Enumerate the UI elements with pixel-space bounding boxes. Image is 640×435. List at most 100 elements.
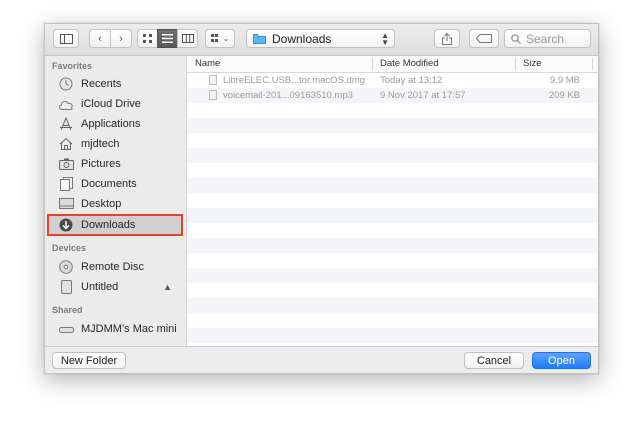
empty-row <box>187 328 598 343</box>
list-view-button[interactable] <box>157 29 178 48</box>
empty-row <box>187 163 598 178</box>
file-list: Name Date Modified Size LibreELEC.USB...… <box>187 56 598 346</box>
sidebar-item-pictures[interactable]: Pictures <box>48 154 182 174</box>
document-icon <box>58 176 74 192</box>
column-view-icon <box>181 34 194 43</box>
icon-view-icon <box>143 34 152 43</box>
share-icon <box>442 32 452 45</box>
empty-row <box>187 193 598 208</box>
download-icon <box>58 217 74 233</box>
column-header-name[interactable]: Name <box>195 58 220 69</box>
empty-row <box>187 118 598 133</box>
dialog-footer: New Folder Cancel Open <box>45 346 598 373</box>
empty-row <box>187 238 598 253</box>
empty-row <box>187 103 598 118</box>
sidebar-item-remote-disc[interactable]: Remote Disc <box>48 257 182 277</box>
sidebar-item-label: Recents <box>81 78 122 90</box>
column-header-date[interactable]: Date Modified <box>380 58 439 69</box>
sidebar-item-label: Remote Disc <box>81 261 144 273</box>
sidebar-item-mac-mini[interactable]: MJDMM’s Mac mini <box>48 319 182 339</box>
icon-view-button[interactable] <box>137 29 158 48</box>
empty-row <box>187 208 598 223</box>
file-name: voicemail-201...09163510.mp3 <box>223 90 353 101</box>
empty-row <box>187 148 598 163</box>
toolbar: ‹ › ⌄ Downloads ▲ ▼ Search <box>45 24 598 56</box>
search-icon <box>511 33 521 44</box>
sidebar-item-mjdtech[interactable]: mjdtech <box>48 134 182 154</box>
new-folder-button[interactable]: New Folder <box>52 352 126 369</box>
column-header-row: Name Date Modified Size <box>187 56 598 73</box>
sidebar-section-shared: Shared <box>52 305 83 315</box>
sidebar-item-downloads[interactable]: Downloads <box>47 214 183 236</box>
empty-row <box>187 313 598 328</box>
empty-row <box>187 133 598 148</box>
sidebar-section-favorites: Favorites <box>52 61 93 71</box>
back-button[interactable]: ‹ <box>89 29 111 48</box>
cancel-button[interactable]: Cancel <box>464 352 524 369</box>
empty-row <box>187 223 598 238</box>
open-button[interactable]: Open <box>532 352 591 369</box>
sidebar-icon <box>59 33 73 44</box>
audio-file-icon <box>209 90 217 100</box>
drive-icon <box>58 279 74 295</box>
empty-row <box>187 298 598 313</box>
empty-row <box>187 268 598 283</box>
sidebar-section-devices: Devices <box>52 243 87 253</box>
forward-button[interactable]: › <box>110 29 132 48</box>
disc-icon <box>58 259 74 275</box>
eject-icon[interactable]: ▲ <box>163 282 172 292</box>
sidebar-item-label: MJDMM’s Mac mini <box>81 323 177 335</box>
column-header-size[interactable]: Size <box>523 58 541 69</box>
sidebar-item-applications[interactable]: Applications <box>48 114 182 134</box>
computer-icon <box>58 321 74 337</box>
folder-icon <box>253 33 266 44</box>
sidebar: Favorites Recents iCloud Drive Applicati… <box>45 56 187 346</box>
disk-image-icon <box>209 75 217 85</box>
file-rows: LibreELEC.USB...tor.macOS.dmg Today at 1… <box>187 73 598 343</box>
sidebar-item-label: mjdtech <box>81 138 120 150</box>
column-divider[interactable] <box>592 58 593 70</box>
sidebar-item-label: Downloads <box>81 219 136 231</box>
sidebar-item-recents[interactable]: Recents <box>48 74 182 94</box>
file-name: LibreELEC.USB...tor.macOS.dmg <box>223 75 366 86</box>
empty-row <box>187 283 598 298</box>
table-row[interactable]: voicemail-201...09163510.mp3 9 Nov 2017 … <box>187 88 598 103</box>
sidebar-item-label: Documents <box>81 178 137 190</box>
applications-icon <box>58 116 74 132</box>
tag-icon <box>476 34 492 43</box>
updown-chevron-icon: ▲ ▼ <box>381 31 389 47</box>
sidebar-item-label: Pictures <box>81 158 121 170</box>
camera-icon <box>58 156 74 172</box>
open-file-dialog: ‹ › ⌄ Downloads ▲ ▼ Search Favorites Rec… <box>44 23 599 374</box>
chevron-right-icon: › <box>119 32 123 45</box>
sidebar-toggle-button[interactable] <box>53 29 79 48</box>
sidebar-item-label: Applications <box>81 118 141 130</box>
column-divider[interactable] <box>372 58 373 70</box>
sidebar-item-untitled[interactable]: Untitled ▲ <box>48 277 182 297</box>
location-label: Downloads <box>272 31 332 46</box>
sidebar-item-label: Desktop <box>81 198 122 210</box>
file-size: 209 KB <box>548 90 580 101</box>
list-view-icon <box>162 34 173 43</box>
file-date: 9 Nov 2017 at 17:57 <box>380 90 466 101</box>
cloud-icon <box>58 96 74 112</box>
sidebar-item-desktop[interactable]: Desktop <box>48 194 182 214</box>
column-view-button[interactable] <box>177 29 198 48</box>
search-field[interactable]: Search <box>504 29 591 48</box>
sidebar-item-label: iCloud Drive <box>81 98 141 110</box>
tags-button[interactable] <box>469 29 499 48</box>
table-row[interactable]: LibreELEC.USB...tor.macOS.dmg Today at 1… <box>187 73 598 88</box>
file-size: 9.9 MB <box>549 75 580 86</box>
location-popup[interactable]: Downloads ▲ ▼ <box>246 29 395 48</box>
chevron-down-icon: ⌄ <box>222 34 230 43</box>
group-by-button[interactable]: ⌄ <box>205 29 235 48</box>
desktop-icon <box>58 196 74 212</box>
sidebar-item-icloud-drive[interactable]: iCloud Drive <box>48 94 182 114</box>
clock-icon <box>58 76 74 92</box>
search-placeholder: Search <box>526 31 565 46</box>
empty-row <box>187 253 598 268</box>
sidebar-item-documents[interactable]: Documents <box>48 174 182 194</box>
share-button[interactable] <box>434 29 460 48</box>
empty-row <box>187 178 598 193</box>
column-divider[interactable] <box>515 58 516 70</box>
